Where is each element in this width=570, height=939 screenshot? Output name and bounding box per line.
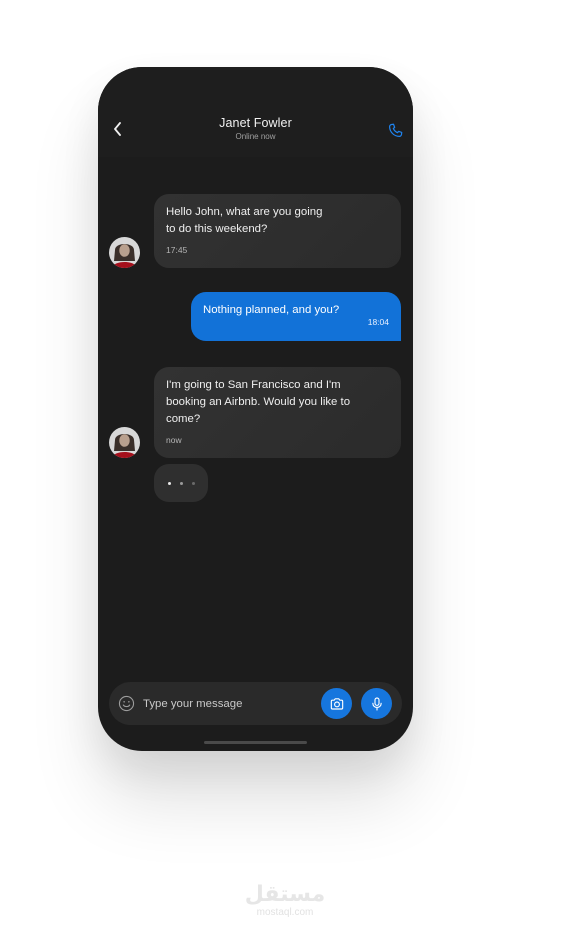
avatar-image (109, 237, 140, 268)
contact-status: Online now (235, 132, 276, 141)
message-input[interactable] (143, 692, 313, 715)
avatar[interactable] (109, 237, 140, 268)
phone-icon (388, 123, 402, 137)
avatar[interactable] (109, 427, 140, 458)
message-bubble-incoming: Hello John, what are you going to do thi… (154, 194, 401, 268)
camera-icon (330, 697, 343, 710)
call-button[interactable] (384, 119, 406, 141)
typing-dot (191, 481, 195, 485)
message-bubble-outgoing: Nothing planned, and you? 18:04 (191, 292, 401, 341)
message-time: 17:45 (166, 245, 188, 255)
message-text: I'm going to San Francisco and I'm booki… (166, 379, 351, 425)
message-time: 18:04 (367, 317, 389, 327)
camera-button[interactable] (321, 688, 352, 719)
message-composer (109, 682, 402, 725)
watermark-logo: مستقل (244, 882, 326, 907)
message-text: Nothing planned, and you? (203, 304, 340, 316)
watermark-url: mostaql.com (256, 907, 314, 918)
message-text: Hello John, what are you going to do thi… (166, 206, 323, 235)
message-time: now (166, 435, 182, 445)
avatar-image (109, 427, 140, 458)
microphone-icon (371, 696, 382, 711)
smiley-icon (118, 695, 135, 712)
home-indicator (204, 741, 307, 744)
message-bubble-incoming: I'm going to San Francisco and I'm booki… (154, 367, 401, 458)
microphone-button[interactable] (361, 688, 392, 719)
typing-indicator (154, 464, 208, 502)
watermark: مستقل mostaql.com (0, 883, 570, 919)
typing-dot (167, 481, 171, 485)
phone-frame: Janet Fowler Online now Hello John, what… (98, 67, 413, 751)
contact-name: Janet Fowler (219, 116, 292, 130)
typing-dot (179, 481, 183, 485)
emoji-button[interactable] (118, 695, 135, 712)
chat-header: Janet Fowler Online now (98, 67, 413, 157)
